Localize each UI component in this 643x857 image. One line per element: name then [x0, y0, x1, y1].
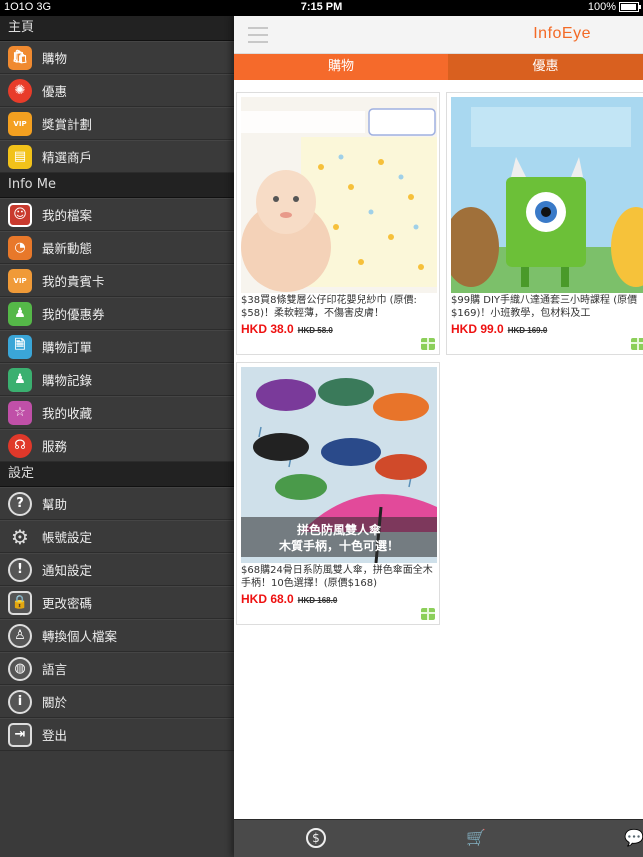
section-header-home: 主頁	[0, 16, 234, 41]
sidebar-item-label: 服務	[42, 439, 68, 454]
product-card[interactable]: $38買8條雙層公仔印花嬰兒紗巾 (原價: $58)！柔軟輕薄，不傷害皮膚！ H…	[236, 92, 440, 355]
menu-icon[interactable]	[248, 27, 268, 43]
sidebar-item-label: 優惠	[42, 84, 68, 99]
svg-text:拼色防風雙人傘: 拼色防風雙人傘	[297, 522, 382, 537]
sidebar-item-account-settings[interactable]: ⚙ 帳號設定	[0, 520, 234, 553]
sidebar-item-label: 精選商戶	[42, 150, 93, 165]
sidebar-item-label: 通知設定	[42, 563, 93, 578]
status-bar: 1O1O 3G 7:15 PM 100%	[0, 0, 643, 16]
help-icon: ?	[8, 491, 32, 516]
sidebar-item-switch-profile[interactable]: ♙ 轉換個人檔案	[0, 619, 234, 652]
product-price: HKD 38.0	[241, 322, 294, 336]
top-bar: InfoEye	[234, 16, 643, 54]
lock-icon: 🔒	[8, 590, 32, 615]
sidebar-item-notification-settings[interactable]: ! 通知設定	[0, 553, 234, 586]
sidebar-item-label: 更改密碼	[42, 596, 93, 611]
main-panel: InfoEye 購物 優惠 $38買8條雙層公仔印花嬰兒紗巾 (原價: $58)…	[234, 16, 643, 857]
profile-card-icon: ☺	[8, 202, 32, 227]
sidebar-item-label: 獎賞計劃	[42, 117, 93, 132]
sidebar-item-history[interactable]: ♟ 購物記錄	[0, 363, 234, 396]
product-original-price: HKD 168.0	[297, 596, 338, 605]
sidebar-item-label: 登出	[42, 728, 68, 743]
sidebar-item-service[interactable]: ☊ 服務	[0, 429, 234, 462]
sidebar-item-merchants[interactable]: ▤ 精選商戶	[0, 140, 234, 173]
sidebar-item-orders[interactable]: 🗎 購物訂單	[0, 330, 234, 363]
product-price: HKD 99.0	[451, 322, 504, 336]
cart-icon[interactable]: 🛒	[466, 828, 486, 848]
product-description: $38買8條雙層公仔印花嬰兒紗巾 (原價: $58)！柔軟輕薄，不傷害皮膚！	[241, 295, 417, 319]
switch-user-icon: ♙	[8, 623, 32, 648]
sidebar-item-label: 購物	[42, 51, 68, 66]
product-original-price: HKD 58.0	[297, 326, 333, 335]
sidebar-item-shopping[interactable]: 🛍 購物	[0, 41, 234, 74]
vip-card-icon: VIP	[8, 268, 32, 293]
globe-icon: ◍	[8, 656, 32, 681]
sidebar-item-label: 我的貴賓卡	[42, 274, 105, 289]
gear-icon: ⚙	[11, 524, 29, 549]
tab-offers[interactable]: 優惠	[448, 54, 643, 80]
gift-icon[interactable]	[631, 338, 643, 350]
product-image	[451, 97, 643, 293]
brand-logo: InfoEye	[533, 25, 591, 42]
sidebar-item-label: 我的收藏	[42, 406, 93, 421]
shopping-bag-icon: 🛍	[8, 45, 32, 70]
gift-icon[interactable]	[421, 608, 435, 620]
sidebar-item-label: 最新動態	[42, 241, 93, 256]
headset-icon: ☊	[8, 433, 32, 458]
sidebar-item-logout[interactable]: ⇥ 登出	[0, 718, 234, 751]
vip-badge-icon: VIP	[8, 111, 32, 136]
battery-icon	[619, 2, 641, 12]
sidebar-item-label: 我的優惠券	[42, 307, 105, 322]
clock: 7:15 PM	[300, 1, 343, 13]
sidebar-item-vip-card[interactable]: VIP 我的貴賓卡	[0, 264, 234, 297]
product-card[interactable]: $99購 DIY手織八達通套三小時課程 (原價 $169)！小班教學，包材料及工…	[446, 92, 643, 355]
gift-icon[interactable]	[421, 338, 435, 350]
sidebar-item-language[interactable]: ◍ 語言	[0, 652, 234, 685]
star-icon: ☆	[8, 400, 32, 425]
rss-icon: ◔	[8, 235, 32, 260]
section-header-info-me: Info Me	[0, 173, 234, 198]
sidebar-item-profile[interactable]: ☺ 我的檔案	[0, 198, 234, 231]
product-image: 拼色防風雙人傘 木質手柄，十色可選！	[241, 367, 437, 563]
chat-icon[interactable]: 💬	[624, 828, 643, 848]
sidebar-item-label: 購物記錄	[42, 373, 93, 388]
product-card[interactable]: 拼色防風雙人傘 木質手柄，十色可選！ $68購24骨日系防風雙人傘，拼色傘面全木…	[236, 362, 440, 625]
product-description: $68購24骨日系防風雙人傘，拼色傘面全木手柄！10色選擇！(原價$168)	[241, 565, 433, 589]
sidebar-item-offers[interactable]: ✺ 優惠	[0, 74, 234, 107]
store-icon: ▤	[8, 144, 32, 169]
product-description: $99購 DIY手織八達通套三小時課程 (原價 $169)！小班教學，包材料及工	[451, 295, 638, 319]
sidebar-item-label: 帳號設定	[42, 530, 93, 545]
coupon-icon: ♟	[8, 301, 32, 326]
sidebar-item-label: 轉換個人檔案	[42, 629, 118, 644]
sidebar-item-label: 購物訂單	[42, 340, 93, 355]
sidebar-item-label: 我的檔案	[42, 208, 93, 223]
sidebar-item-change-password[interactable]: 🔒 更改密碼	[0, 586, 234, 619]
sun-badge-icon: ✺	[8, 78, 32, 103]
dollar-icon[interactable]: $	[306, 828, 326, 848]
sidebar-item-label: 關於	[42, 695, 68, 710]
sidebar: 主頁 🛍 購物 ✺ 優惠 VIP 獎賞計劃 ▤ 精選商戶 Info Me ☺ 我的檔案 ◔…	[0, 16, 234, 857]
tab-shopping[interactable]: 購物	[234, 54, 448, 80]
alert-icon: !	[8, 557, 32, 582]
record-icon: ♟	[8, 367, 32, 392]
sidebar-item-news[interactable]: ◔ 最新動態	[0, 231, 234, 264]
sidebar-item-label: 幫助	[42, 497, 68, 512]
product-price: HKD 68.0	[241, 592, 294, 606]
battery-percent: 100%	[587, 1, 616, 13]
sidebar-item-favorites[interactable]: ☆ 我的收藏	[0, 396, 234, 429]
sidebar-item-about[interactable]: i 關於	[0, 685, 234, 718]
tab-bar: 購物 優惠	[234, 54, 643, 80]
product-image	[241, 97, 437, 293]
section-header-settings: 設定	[0, 462, 234, 487]
sidebar-item-coupons[interactable]: ♟ 我的優惠券	[0, 297, 234, 330]
logout-icon: ⇥	[8, 722, 32, 747]
sidebar-item-label: 語言	[42, 662, 68, 677]
sidebar-item-help[interactable]: ? 幫助	[0, 487, 234, 520]
svg-text:木質手柄，十色可選！: 木質手柄，十色可選！	[278, 538, 399, 553]
bottom-toolbar: $ 🛒 💬	[234, 819, 643, 857]
sidebar-item-rewards[interactable]: VIP 獎賞計劃	[0, 107, 234, 140]
info-icon: i	[8, 689, 32, 714]
product-original-price: HKD 169.0	[507, 326, 548, 335]
order-icon: 🗎	[8, 334, 32, 359]
